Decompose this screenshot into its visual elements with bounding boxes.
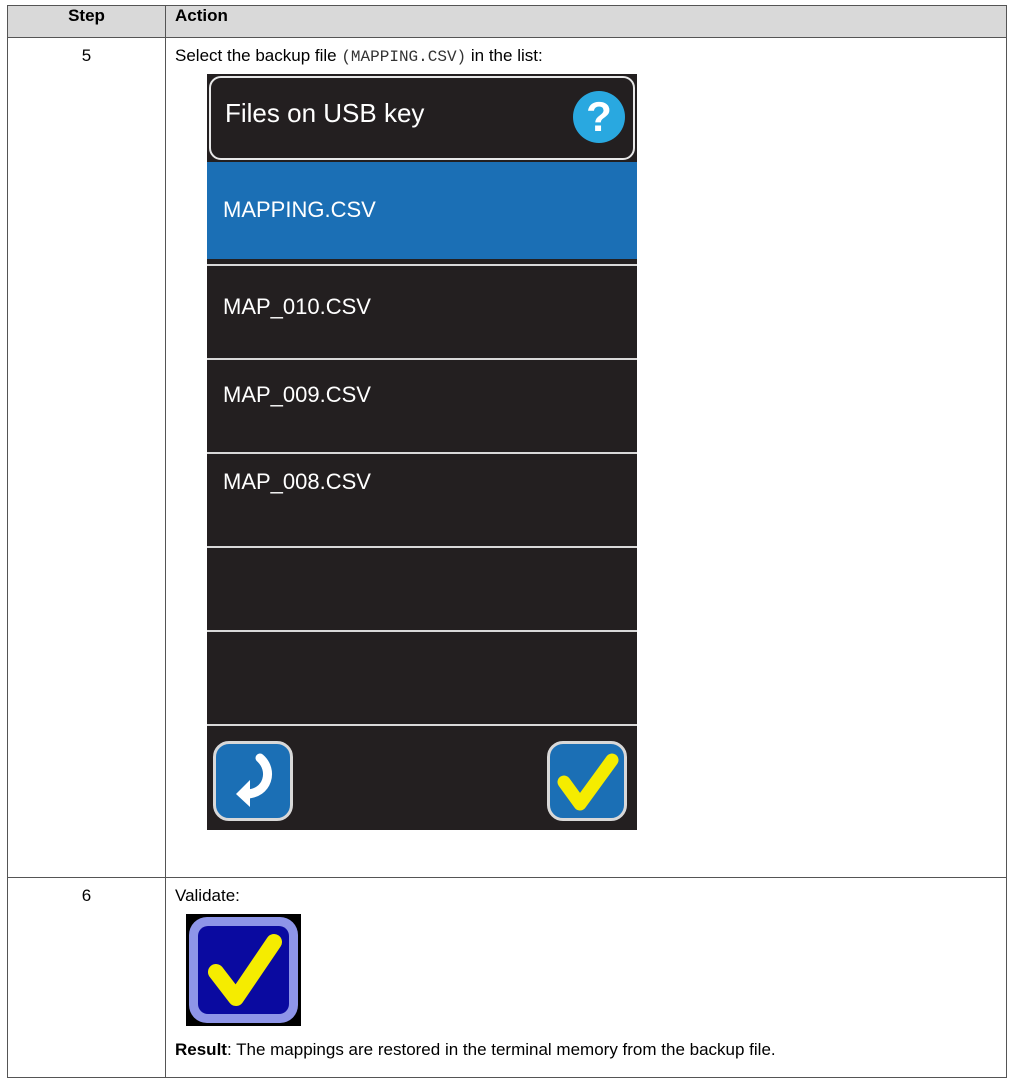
table-header-row: Step Action <box>7 5 1007 38</box>
file-item[interactable]: MAP_008.CSV <box>207 454 637 544</box>
instruction-suffix: in the list: <box>466 46 543 65</box>
file-item-selected[interactable]: MAPPING.CSV <box>207 162 637 259</box>
divider <box>207 724 637 726</box>
confirm-button[interactable] <box>547 741 627 821</box>
result-description: : The mappings are restored in the termi… <box>226 1040 776 1059</box>
header-action: Action <box>165 5 1007 38</box>
usb-files-screen: Files on USB key ? MAPPING.CSV MAP_010.C… <box>207 74 637 830</box>
instruction-text: Select the backup file (MAPPING.CSV) in … <box>175 46 997 66</box>
question-icon[interactable]: ? <box>573 91 625 143</box>
filename-code: (MAPPING.CSV) <box>341 48 467 66</box>
result-text: Result: The mappings are restored in the… <box>175 1040 997 1060</box>
validate-button-image <box>186 914 301 1026</box>
instruction-prefix: Select the backup file <box>175 46 342 65</box>
action-cell: Select the backup file (MAPPING.CSV) in … <box>165 37 1007 878</box>
screen-header: Files on USB key ? <box>209 76 635 160</box>
file-name: MAP_009.CSV <box>223 382 371 407</box>
file-name: MAP_008.CSV <box>223 469 371 494</box>
checkmark-icon <box>189 917 298 1023</box>
screen-title: Files on USB key <box>225 98 425 128</box>
file-name: MAP_010.CSV <box>223 294 371 319</box>
return-arrow-icon <box>236 753 272 807</box>
table-row: 6 Validate: Result: The mappings are res… <box>7 877 1007 1078</box>
steps-table: Step Action 5 Select the backup file (MA… <box>7 5 1007 1078</box>
table-row: 5 Select the backup file (MAPPING.CSV) i… <box>7 37 1007 878</box>
action-cell: Validate: Result: The mappings are resto… <box>165 877 1007 1078</box>
file-item[interactable]: MAP_010.CSV <box>207 266 637 356</box>
file-item[interactable]: MAP_009.CSV <box>207 360 637 450</box>
checkmark-icon <box>557 753 619 811</box>
file-item-empty[interactable] <box>207 548 637 628</box>
back-button[interactable] <box>213 741 293 821</box>
step-number: 5 <box>7 37 166 878</box>
step-number: 6 <box>7 877 166 1078</box>
result-label: Result <box>175 1040 227 1059</box>
file-item-empty[interactable] <box>207 632 637 722</box>
validate-text: Validate: <box>175 886 240 905</box>
header-step: Step <box>7 5 166 38</box>
file-name: MAPPING.CSV <box>223 197 376 222</box>
